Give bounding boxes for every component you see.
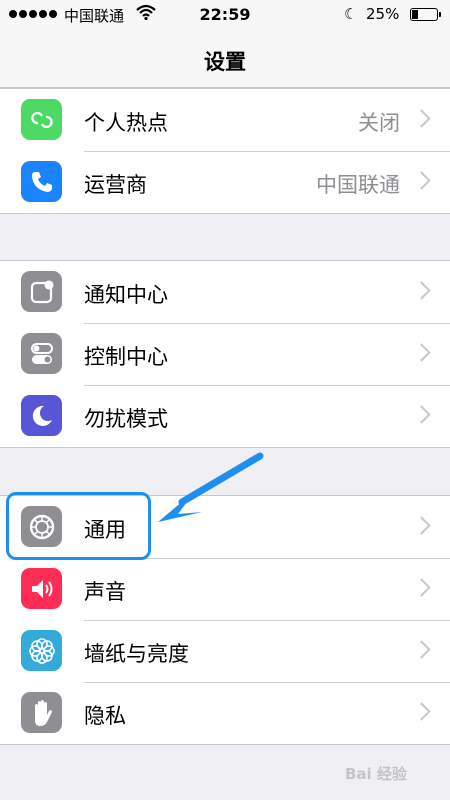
notification-icon — [21, 271, 62, 312]
settings-row-control-center[interactable]: 控制中心 — [0, 323, 450, 385]
settings-row-value: 关闭 — [358, 111, 400, 135]
phone-icon — [21, 161, 62, 202]
settings-row-personal-hotspot[interactable]: 个人热点 关闭 — [0, 89, 450, 151]
settings-row-do-not-disturb[interactable]: 勿扰模式 — [0, 385, 450, 447]
settings-group-network: 个人热点 关闭 运营商 中国联通 — [0, 88, 450, 214]
status-bar: 中国联通 22:59 ☾ 25% — [0, 0, 450, 30]
chevron-right-icon — [412, 640, 431, 659]
chevron-right-icon — [412, 109, 431, 128]
chevron-right-icon — [412, 405, 431, 424]
chevron-right-icon — [412, 516, 431, 535]
settings-row-notification-center[interactable]: 通知中心 — [0, 261, 450, 323]
settings-row-label: 勿扰模式 — [84, 407, 168, 431]
settings-row-sounds[interactable]: 声音 — [0, 558, 450, 620]
chevron-right-icon — [412, 343, 431, 362]
settings-row-label: 运营商 — [84, 173, 147, 197]
chevron-right-icon — [412, 281, 431, 300]
settings-row-label: 通知中心 — [84, 283, 168, 307]
flower-icon — [21, 630, 62, 671]
settings-row-label: 隐私 — [84, 704, 126, 728]
control-center-icon — [21, 333, 62, 374]
chevron-right-icon — [412, 171, 431, 190]
settings-row-label: 墙纸与亮度 — [84, 642, 189, 666]
hotspot-icon — [21, 99, 62, 140]
battery-percentage: 25% — [366, 5, 400, 23]
hand-icon — [21, 692, 62, 733]
settings-row-value: 中国联通 — [316, 173, 400, 197]
settings-row-label: 声音 — [84, 580, 126, 604]
moon-icon — [21, 395, 62, 436]
battery-icon — [410, 8, 441, 21]
settings-row-privacy[interactable]: 隐私 — [0, 682, 450, 744]
settings-row-label: 控制中心 — [84, 345, 168, 369]
highlight-annotation — [6, 492, 151, 560]
chevron-right-icon — [412, 702, 431, 721]
do-not-disturb-icon: ☾ — [344, 5, 358, 23]
settings-row-label: 个人热点 — [84, 111, 168, 135]
page-title: 设置 — [204, 50, 246, 74]
arrow-annotation-icon — [158, 452, 264, 522]
watermark-logo: Bai 经验 — [345, 765, 407, 783]
settings-row-carrier[interactable]: 运营商 中国联通 — [0, 151, 450, 213]
settings-group-system: 通知中心 控制中心 勿扰模式 — [0, 260, 450, 448]
navigation-bar: 设置 — [0, 30, 450, 88]
chevron-right-icon — [412, 578, 431, 597]
speaker-icon — [21, 568, 62, 609]
settings-row-wallpaper-brightness[interactable]: 墙纸与亮度 — [0, 620, 450, 682]
